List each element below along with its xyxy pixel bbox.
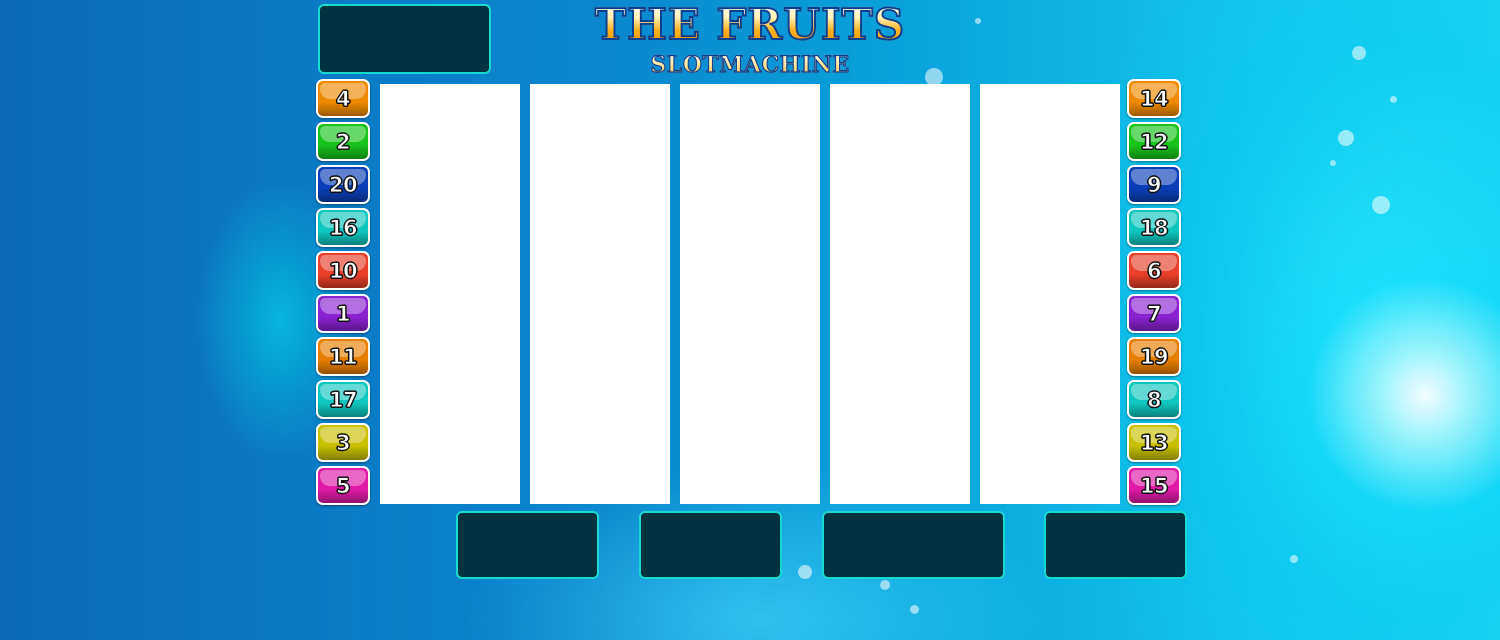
title-logo-main: THE FRUITS (585, 0, 915, 50)
reel-4 (830, 84, 970, 504)
payline-button-right-3[interactable]: 9 (1127, 165, 1181, 204)
payline-number: 11 (328, 344, 358, 369)
payline-number: 10 (328, 258, 358, 283)
payline-number: 8 (1146, 387, 1162, 412)
payline-number: 16 (328, 215, 358, 240)
payline-button-left-2[interactable]: 2 (316, 122, 370, 161)
payline-button-right-4[interactable]: 18 (1127, 208, 1181, 247)
payline-number: 13 (1139, 430, 1169, 455)
payline-button-left-1[interactable]: 4 (316, 79, 370, 118)
payline-button-right-5[interactable]: 6 (1127, 251, 1181, 290)
payline-number: 12 (1139, 129, 1169, 154)
payline-button-right-6[interactable]: 7 (1127, 294, 1181, 333)
top-left-panel (318, 4, 491, 74)
payline-number: 19 (1139, 344, 1169, 369)
payline-number: 7 (1146, 301, 1162, 326)
payline-number: 20 (328, 172, 358, 197)
payline-button-left-8[interactable]: 17 (316, 380, 370, 419)
payline-button-right-1[interactable]: 14 (1127, 79, 1181, 118)
payline-number: 5 (335, 473, 351, 498)
payline-number: 17 (328, 387, 358, 412)
payline-button-right-9[interactable]: 13 (1127, 423, 1181, 462)
payline-number: 18 (1139, 215, 1169, 240)
payline-button-right-7[interactable]: 19 (1127, 337, 1181, 376)
payline-button-left-6[interactable]: 1 (316, 294, 370, 333)
reel-1 (380, 84, 520, 504)
paylines-right: 14 12 9 18 6 7 19 8 13 15 (1127, 79, 1181, 509)
title-logo-sub: SLOTMACHINE (585, 50, 915, 80)
payline-button-left-5[interactable]: 10 (316, 251, 370, 290)
bottom-panel-4[interactable] (1044, 511, 1187, 579)
payline-number: 14 (1139, 86, 1169, 111)
payline-button-right-8[interactable]: 8 (1127, 380, 1181, 419)
payline-button-left-7[interactable]: 11 (316, 337, 370, 376)
payline-number: 6 (1146, 258, 1162, 283)
reel-2 (530, 84, 670, 504)
payline-button-left-10[interactable]: 5 (316, 466, 370, 505)
paylines-left: 4 2 20 16 10 1 11 17 3 5 (316, 79, 370, 509)
payline-button-right-10[interactable]: 15 (1127, 466, 1181, 505)
payline-button-left-9[interactable]: 3 (316, 423, 370, 462)
payline-number: 1 (335, 301, 351, 326)
payline-number: 2 (335, 129, 351, 154)
payline-number: 15 (1139, 473, 1169, 498)
bottom-panel-2[interactable] (639, 511, 782, 579)
payline-button-right-2[interactable]: 12 (1127, 122, 1181, 161)
payline-button-left-4[interactable]: 16 (316, 208, 370, 247)
reel-3 (680, 84, 820, 504)
bottom-panel-1[interactable] (456, 511, 599, 579)
payline-number: 3 (335, 430, 351, 455)
payline-number: 9 (1146, 172, 1162, 197)
payline-button-left-3[interactable]: 20 (316, 165, 370, 204)
payline-number: 4 (335, 86, 351, 111)
reel-5 (980, 84, 1120, 504)
bottom-panel-3[interactable] (822, 511, 1005, 579)
